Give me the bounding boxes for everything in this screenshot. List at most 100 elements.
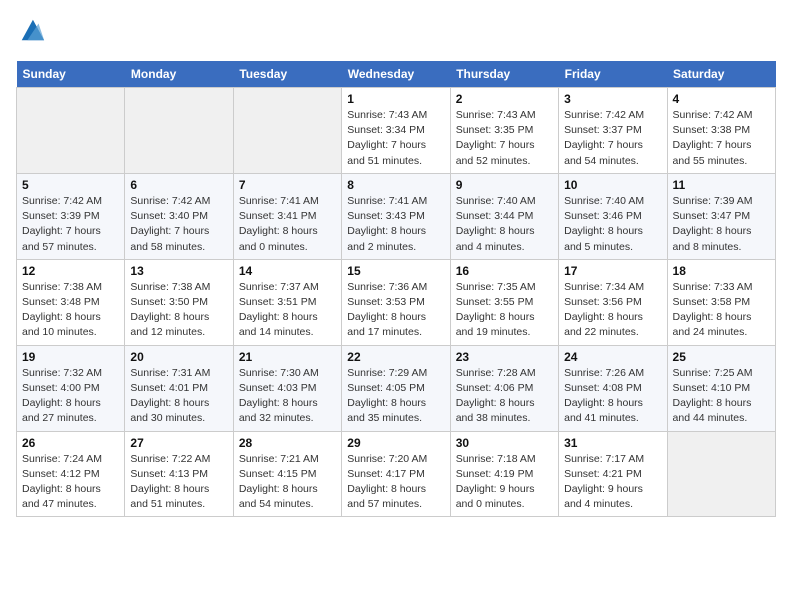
day-info: Sunrise: 7:18 AM Sunset: 4:19 PM Dayligh… (456, 452, 553, 513)
calendar-cell (233, 88, 341, 174)
calendar-cell: 9Sunrise: 7:40 AM Sunset: 3:44 PM Daylig… (450, 173, 558, 259)
day-info: Sunrise: 7:42 AM Sunset: 3:40 PM Dayligh… (130, 194, 227, 255)
calendar-cell: 6Sunrise: 7:42 AM Sunset: 3:40 PM Daylig… (125, 173, 233, 259)
day-info: Sunrise: 7:37 AM Sunset: 3:51 PM Dayligh… (239, 280, 336, 341)
day-number: 26 (22, 436, 119, 450)
day-number: 5 (22, 178, 119, 192)
calendar-week-row: 12 Sunrise: 7:38 AM Sunset: 3:48 PM Dayli… (17, 259, 776, 345)
day-info: Sunrise: 7:30 AM Sunset: 4:03 PM Dayligh… (239, 366, 336, 427)
calendar-cell: 12 Sunrise: 7:38 AM Sunset: 3:48 PM Dayli… (17, 259, 125, 345)
day-info: Sunrise: 7:32 AM Sunset: 4:00 PM Dayligh… (22, 366, 119, 427)
day-number: 14 (239, 264, 336, 278)
calendar-header-row: SundayMondayTuesdayWednesdayThursdayFrid… (17, 61, 776, 88)
day-info: Sunrise: 7:34 AM Sunset: 3:56 PM Dayligh… (564, 280, 661, 341)
day-number: 12 (22, 264, 119, 278)
calendar-cell: 14 Sunrise: 7:37 AM Sunset: 3:51 PM Dayli… (233, 259, 341, 345)
day-info: Sunrise: 7:36 AM Sunset: 3:53 PM Dayligh… (347, 280, 444, 341)
day-info: Sunrise: 7:38 AM Sunset: 3:50 PM Dayligh… (130, 280, 227, 341)
day-info: Sunrise: 7:33 AM Sunset: 3:58 PM Dayligh… (673, 280, 770, 341)
day-info: Sunrise: 7:42 AM Sunset: 3:38 PM Dayligh… (673, 108, 770, 169)
calendar-cell: 26 Sunrise: 7:24 AM Sunset: 4:12 PM Dayli… (17, 431, 125, 517)
day-number: 29 (347, 436, 444, 450)
calendar-cell: 29 Sunrise: 7:20 AM Sunset: 4:17 PM Dayli… (342, 431, 450, 517)
day-info: Sunrise: 7:39 AM Sunset: 3:47 PM Dayligh… (673, 194, 770, 255)
calendar-cell: 19 Sunrise: 7:32 AM Sunset: 4:00 PM Dayli… (17, 345, 125, 431)
calendar-week-row: 5 Sunrise: 7:42 AM Sunset: 3:39 PM Daylig… (17, 173, 776, 259)
day-number: 21 (239, 350, 336, 364)
logo-text (16, 16, 46, 49)
calendar-cell: 23 Sunrise: 7:28 AM Sunset: 4:06 PM Dayli… (450, 345, 558, 431)
day-info: Sunrise: 7:41 AM Sunset: 3:43 PM Dayligh… (347, 194, 444, 255)
calendar-cell: 24Sunrise: 7:26 AM Sunset: 4:08 PM Dayli… (559, 345, 667, 431)
day-number: 19 (22, 350, 119, 364)
day-number: 2 (456, 92, 553, 106)
day-info: Sunrise: 7:20 AM Sunset: 4:17 PM Dayligh… (347, 452, 444, 513)
day-info: Sunrise: 7:40 AM Sunset: 3:46 PM Dayligh… (564, 194, 661, 255)
calendar-cell (17, 88, 125, 174)
day-number: 25 (673, 350, 770, 364)
weekday-header: Monday (125, 61, 233, 88)
calendar-cell: 7 Sunrise: 7:41 AM Sunset: 3:41 PM Daylig… (233, 173, 341, 259)
calendar-cell: 22 Sunrise: 7:29 AM Sunset: 4:05 PM Dayli… (342, 345, 450, 431)
day-info: Sunrise: 7:42 AM Sunset: 3:39 PM Dayligh… (22, 194, 119, 255)
day-number: 22 (347, 350, 444, 364)
calendar-cell: 5 Sunrise: 7:42 AM Sunset: 3:39 PM Daylig… (17, 173, 125, 259)
day-number: 7 (239, 178, 336, 192)
weekday-header: Friday (559, 61, 667, 88)
calendar-table: SundayMondayTuesdayWednesdayThursdayFrid… (16, 61, 776, 517)
day-info: Sunrise: 7:38 AM Sunset: 3:48 PM Dayligh… (22, 280, 119, 341)
weekday-header: Tuesday (233, 61, 341, 88)
calendar-cell (125, 88, 233, 174)
day-info: Sunrise: 7:35 AM Sunset: 3:55 PM Dayligh… (456, 280, 553, 341)
calendar-cell: 17 Sunrise: 7:34 AM Sunset: 3:56 PM Dayli… (559, 259, 667, 345)
calendar-cell: 20 Sunrise: 7:31 AM Sunset: 4:01 PM Dayli… (125, 345, 233, 431)
day-info: Sunrise: 7:43 AM Sunset: 3:35 PM Dayligh… (456, 108, 553, 169)
logo (16, 16, 46, 49)
day-info: Sunrise: 7:28 AM Sunset: 4:06 PM Dayligh… (456, 366, 553, 427)
day-number: 23 (456, 350, 553, 364)
day-info: Sunrise: 7:29 AM Sunset: 4:05 PM Dayligh… (347, 366, 444, 427)
day-info: Sunrise: 7:24 AM Sunset: 4:12 PM Dayligh… (22, 452, 119, 513)
weekday-header: Wednesday (342, 61, 450, 88)
calendar-cell: 30 Sunrise: 7:18 AM Sunset: 4:19 PM Dayli… (450, 431, 558, 517)
day-number: 16 (456, 264, 553, 278)
day-number: 17 (564, 264, 661, 278)
day-info: Sunrise: 7:26 AM Sunset: 4:08 PM Dayligh… (564, 366, 661, 427)
calendar-cell: 28 Sunrise: 7:21 AM Sunset: 4:15 PM Dayli… (233, 431, 341, 517)
weekday-header: Sunday (17, 61, 125, 88)
day-number: 28 (239, 436, 336, 450)
day-info: Sunrise: 7:25 AM Sunset: 4:10 PM Dayligh… (673, 366, 770, 427)
day-number: 8 (347, 178, 444, 192)
calendar-cell: 18Sunrise: 7:33 AM Sunset: 3:58 PM Dayli… (667, 259, 775, 345)
day-number: 10 (564, 178, 661, 192)
day-number: 30 (456, 436, 553, 450)
day-number: 9 (456, 178, 553, 192)
day-info: Sunrise: 7:42 AM Sunset: 3:37 PM Dayligh… (564, 108, 661, 169)
day-number: 31 (564, 436, 661, 450)
logo-icon (18, 16, 46, 44)
calendar-cell: 25 Sunrise: 7:25 AM Sunset: 4:10 PM Dayli… (667, 345, 775, 431)
day-info: Sunrise: 7:21 AM Sunset: 4:15 PM Dayligh… (239, 452, 336, 513)
weekday-header: Thursday (450, 61, 558, 88)
day-info: Sunrise: 7:41 AM Sunset: 3:41 PM Dayligh… (239, 194, 336, 255)
calendar-cell: 21 Sunrise: 7:30 AM Sunset: 4:03 PM Dayli… (233, 345, 341, 431)
day-number: 27 (130, 436, 227, 450)
day-info: Sunrise: 7:43 AM Sunset: 3:34 PM Dayligh… (347, 108, 444, 169)
day-number: 20 (130, 350, 227, 364)
calendar-cell: 27 Sunrise: 7:22 AM Sunset: 4:13 PM Dayli… (125, 431, 233, 517)
day-info: Sunrise: 7:17 AM Sunset: 4:21 PM Dayligh… (564, 452, 661, 513)
calendar-cell: 8 Sunrise: 7:41 AM Sunset: 3:43 PM Daylig… (342, 173, 450, 259)
calendar-week-row: 1Sunrise: 7:43 AM Sunset: 3:34 PM Daylig… (17, 88, 776, 174)
day-info: Sunrise: 7:31 AM Sunset: 4:01 PM Dayligh… (130, 366, 227, 427)
day-number: 15 (347, 264, 444, 278)
calendar-week-row: 26 Sunrise: 7:24 AM Sunset: 4:12 PM Dayli… (17, 431, 776, 517)
calendar-cell: 31 Sunrise: 7:17 AM Sunset: 4:21 PM Dayli… (559, 431, 667, 517)
calendar-cell: 10 Sunrise: 7:40 AM Sunset: 3:46 PM Dayli… (559, 173, 667, 259)
calendar-cell: 15 Sunrise: 7:36 AM Sunset: 3:53 PM Dayli… (342, 259, 450, 345)
calendar-cell: 1Sunrise: 7:43 AM Sunset: 3:34 PM Daylig… (342, 88, 450, 174)
calendar-cell: 13Sunrise: 7:38 AM Sunset: 3:50 PM Dayli… (125, 259, 233, 345)
calendar-cell: 2 Sunrise: 7:43 AM Sunset: 3:35 PM Daylig… (450, 88, 558, 174)
day-number: 3 (564, 92, 661, 106)
calendar-cell: 11Sunrise: 7:39 AM Sunset: 3:47 PM Dayli… (667, 173, 775, 259)
day-info: Sunrise: 7:22 AM Sunset: 4:13 PM Dayligh… (130, 452, 227, 513)
